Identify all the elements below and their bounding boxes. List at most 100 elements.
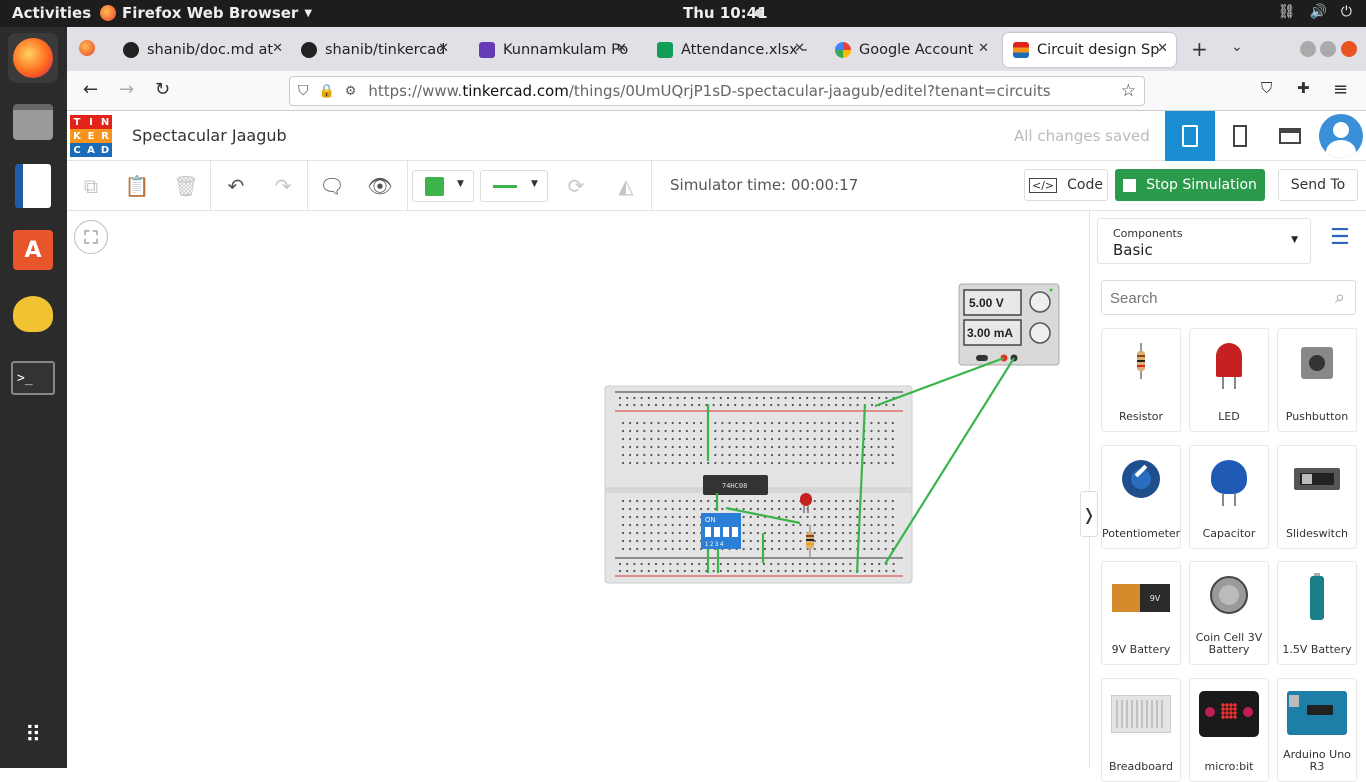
firefox-dock-icon[interactable] (8, 33, 58, 83)
maximize-icon[interactable] (1320, 41, 1336, 57)
shield-icon[interactable]: ⛉ (298, 83, 309, 99)
paste-icon[interactable]: 📋 (122, 171, 152, 201)
tinkercad-logo[interactable]: TINKERCAD (70, 115, 112, 157)
dip-switch[interactable]: ON 1 2 3 4 (701, 513, 741, 549)
stop-simulation-button[interactable]: Stop Simulation (1115, 169, 1265, 201)
component-pushbutton[interactable]: Pushbutton (1277, 328, 1357, 432)
components-panel: ❭ Components Basic ▼ ☰ ⌕ Resistor (1080, 211, 1366, 782)
search-input[interactable] (1110, 287, 1310, 309)
close-tab-icon[interactable]: ✕ (272, 41, 283, 56)
power-icon[interactable]: ⏻ (1341, 4, 1352, 20)
circuit-drawing[interactable]: 5.00 V 3.00 mA 74HC08 ON 1 2 3 4 (67, 211, 1089, 768)
component-coin-cell[interactable]: Coin Cell 3V Battery (1189, 561, 1269, 665)
files-dock-icon[interactable] (8, 97, 58, 147)
close-tab-icon[interactable]: ✕ (1157, 41, 1168, 56)
component-led[interactable]: LED (1189, 328, 1269, 432)
tab-0[interactable]: shanib/doc.md at ✕ (113, 33, 291, 67)
app-menu[interactable]: Firefox Web Browser ▼ (100, 4, 312, 22)
component-microbit[interactable]: micro:bit (1189, 678, 1269, 782)
current-knob[interactable] (1029, 322, 1051, 344)
components-dropdown[interactable]: Components Basic ▼ (1097, 218, 1311, 264)
pushbutton-icon (1301, 347, 1333, 379)
notes-icon[interactable]: 🗨 (317, 171, 347, 201)
component-resistor[interactable]: Resistor (1101, 328, 1181, 432)
dock: A >_ ⠿ (0, 27, 67, 768)
code-button[interactable]: </> Code (1024, 169, 1108, 201)
tab-1[interactable]: shanib/tinkercad ✕ (291, 33, 457, 67)
rotate-icon[interactable]: ⟳ (561, 171, 591, 201)
url-text[interactable]: https://www.tinkercad.com/things/0UmUQrj… (368, 82, 1050, 100)
software-store-dock-icon[interactable]: A (8, 225, 58, 275)
navigation-bar: ← → ↻ ⛉ 🔒 ⚙ https://www.tinkercad.com/th… (67, 71, 1366, 111)
menu-icon[interactable]: ≡ (1333, 79, 1348, 100)
voltage-knob[interactable] (1029, 291, 1051, 313)
search-field[interactable]: ⌕ (1101, 280, 1356, 315)
circuit-view-button[interactable] (1165, 111, 1215, 161)
simulator-time: Simulator time: 00:00:17 (670, 176, 859, 194)
lock-icon[interactable]: 🔒 (319, 84, 335, 99)
component-slideswitch[interactable]: Slideswitch (1277, 445, 1357, 549)
ic-chip[interactable]: 74HC08 (703, 475, 768, 495)
chip-label: 74HC08 (722, 482, 747, 490)
redo-icon[interactable]: ↷ (268, 171, 298, 201)
search-icon[interactable]: ⌕ (1335, 287, 1345, 308)
component-list-button[interactable] (1265, 111, 1315, 161)
bookmark-star-icon[interactable]: ☆ (1121, 81, 1136, 101)
collapse-panel-button[interactable]: ❭ (1080, 491, 1098, 537)
github-icon (123, 42, 139, 58)
show-apps-icon[interactable]: ⠿ (8, 710, 58, 760)
teapot-dock-icon[interactable] (8, 289, 58, 339)
tab-4[interactable]: Google Account ✕ (825, 33, 997, 67)
flip-icon[interactable]: ◭ (611, 171, 641, 201)
close-tab-icon[interactable]: ✕ (438, 41, 449, 56)
close-tab-icon[interactable]: ✕ (978, 41, 989, 56)
schematic-view-button[interactable] (1215, 111, 1265, 161)
extensions-icon[interactable]: ✚ (1297, 79, 1310, 97)
list-view-icon[interactable]: ☰ (1330, 225, 1350, 250)
terminal-dock-icon[interactable]: >_ (8, 353, 58, 403)
writer-dock-icon[interactable] (8, 161, 58, 211)
tab-5-active[interactable]: Circuit design Sp ✕ (1003, 33, 1176, 67)
workplane[interactable]: 5.00 V 3.00 mA 74HC08 ON 1 2 3 4 (67, 211, 1089, 768)
wire-type-picker[interactable]: ▼ (480, 170, 548, 202)
new-tab-icon[interactable]: + (1191, 37, 1208, 61)
permissions-icon[interactable]: ⚙ (345, 84, 357, 99)
component-breadboard[interactable]: Breadboard (1101, 678, 1181, 782)
power-supply[interactable]: 5.00 V 3.00 mA (958, 283, 1060, 366)
project-title[interactable]: Spectacular Jaagub (132, 126, 287, 145)
wire-color-picker[interactable]: ▼ (412, 170, 474, 202)
close-tab-icon[interactable]: ✕ (616, 41, 627, 56)
minimize-icon[interactable] (1300, 41, 1316, 57)
pocket-icon[interactable]: ⛉ (1261, 79, 1272, 97)
back-icon[interactable]: ← (83, 79, 98, 100)
logo-letter: E (84, 129, 98, 143)
list-tabs-icon[interactable]: ⌄ (1231, 39, 1243, 55)
reload-icon[interactable]: ↻ (155, 79, 170, 100)
volume-icon[interactable]: 🔊 (1309, 4, 1326, 20)
tab-3[interactable]: Attendance.xlsx - ✕ (647, 33, 813, 67)
network-icon[interactable]: ⛓ (1278, 4, 1296, 20)
copy-icon[interactable]: ⧉ (76, 171, 106, 201)
component-capacitor[interactable]: Capacitor (1189, 445, 1269, 549)
url-bar[interactable]: ⛉ 🔒 ⚙ https://www.tinkercad.com/things/0… (289, 76, 1145, 106)
firefox-view-icon[interactable] (79, 40, 95, 56)
undo-icon[interactable]: ↶ (221, 171, 251, 201)
close-window-icon[interactable] (1341, 41, 1357, 57)
component-potentiometer[interactable]: Potentiometer (1101, 445, 1181, 549)
tab-2[interactable]: Kunnamkulam Po ✕ (469, 33, 635, 67)
component-label: LED (1218, 410, 1240, 423)
activities-button[interactable]: Activities (12, 4, 91, 22)
dip-numbers: 1 2 3 4 (705, 542, 724, 548)
delete-icon[interactable]: 🗑 (171, 171, 201, 201)
component-1-5v-battery[interactable]: 1.5V Battery (1277, 561, 1357, 665)
forward-icon[interactable]: → (119, 79, 134, 100)
user-avatar[interactable] (1319, 114, 1363, 158)
component-arduino-uno[interactable]: Arduino Uno R3 (1277, 678, 1357, 782)
close-tab-icon[interactable]: ✕ (794, 41, 805, 56)
tab-title: Kunnamkulam Po (503, 42, 629, 58)
tab-title: Circuit design Sp (1037, 42, 1160, 58)
send-label: Send To (1290, 177, 1346, 193)
send-to-button[interactable]: Send To (1278, 169, 1358, 201)
notes-visibility-icon[interactable]: 👁 (365, 171, 395, 201)
component-9v-battery[interactable]: 9V 9V Battery (1101, 561, 1181, 665)
